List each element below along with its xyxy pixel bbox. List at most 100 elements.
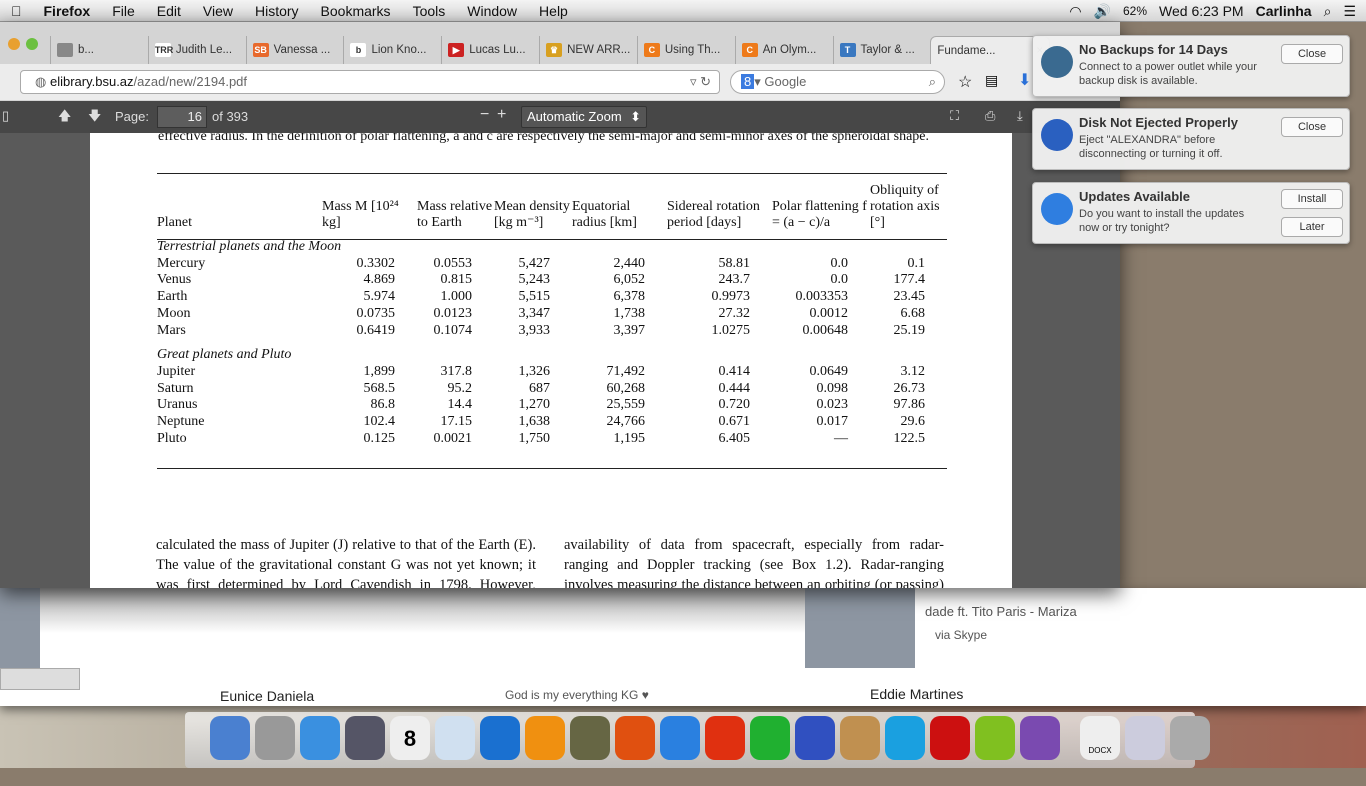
word-icon[interactable]	[660, 716, 700, 760]
tab-1[interactable]: TRR Judith Le...	[147, 36, 246, 64]
menu-history[interactable]: History	[244, 3, 310, 19]
download-pdf-icon[interactable]: ⤓	[1017, 108, 1023, 124]
bookmark-star-icon[interactable]: ☆	[958, 72, 972, 92]
search-bar[interactable]: 8 ▾ Google ⌕	[730, 70, 945, 94]
volume-icon[interactable]: 🔊	[1094, 3, 1111, 20]
finder-icon[interactable]	[210, 716, 250, 760]
zoom-in-button[interactable]: +	[497, 106, 506, 124]
tab-7[interactable]: C An Olym...	[734, 36, 833, 64]
url-bar[interactable]: ◍ elibrary.bsu.az/azad/new/2194.pdf ▿ ↻	[20, 70, 720, 94]
table-rule	[157, 239, 947, 240]
table-cell: 27.32	[718, 305, 751, 321]
table-cell: 71,492	[606, 363, 646, 379]
google-icon[interactable]: 8	[741, 74, 755, 89]
contact[interactable]: Eddie Martines	[870, 686, 963, 702]
trash-icon[interactable]	[1170, 716, 1210, 760]
table-cell: 0.0012	[809, 305, 849, 321]
pdf-page: effective radius. In the definition of p…	[90, 133, 1012, 588]
screenshot-icon[interactable]	[1125, 716, 1165, 760]
sidebar-toggle-icon[interactable]: ▯	[2, 108, 9, 124]
tab-2[interactable]: SB Vanessa ...	[245, 36, 344, 64]
close-button[interactable]: Close	[1281, 117, 1343, 137]
acrobat-icon[interactable]	[930, 716, 970, 760]
tab-3[interactable]: b Lion Kno...	[343, 36, 441, 64]
install-button[interactable]: Install	[1281, 189, 1343, 209]
safari-icon[interactable]	[300, 716, 340, 760]
menu-window[interactable]: Window	[456, 3, 528, 19]
tab-8[interactable]: T Taylor & ...	[832, 36, 931, 64]
spotify-icon[interactable]	[975, 716, 1015, 760]
later-button[interactable]: Later	[1281, 217, 1343, 237]
powerpoint-icon[interactable]	[705, 716, 745, 760]
clock[interactable]: Wed 6:23 PM	[1159, 3, 1244, 19]
apple-icon[interactable]: 	[0, 3, 33, 19]
fullscreen-icon[interactable]: ⛶	[950, 108, 959, 124]
notification: No Backups for 14 Days Connect to a power…	[1032, 35, 1350, 97]
tab-4[interactable]: ▶ Lucas Lu...	[441, 36, 539, 64]
tab-6[interactable]: C Using Th...	[636, 36, 735, 64]
calendar-icon[interactable]: 8	[390, 716, 430, 760]
table-cell: 0.444	[718, 380, 751, 396]
menu-app[interactable]: Firefox	[33, 3, 102, 19]
zoom-out-button[interactable]: −	[480, 106, 489, 124]
table-cell: 687	[529, 380, 550, 396]
user-name[interactable]: Carlinha	[1256, 3, 1312, 19]
view-toggle[interactable]	[0, 668, 80, 690]
battery-status[interactable]: 62%	[1123, 4, 1147, 18]
contacts-icon[interactable]	[840, 716, 880, 760]
print-icon[interactable]: ⎙	[985, 108, 995, 124]
viber-icon[interactable]	[1020, 716, 1060, 760]
table-cell: 14.4	[447, 397, 473, 413]
table-cell: 243.7	[718, 272, 751, 288]
pdf-viewer[interactable]: effective radius. In the definition of p…	[0, 133, 1120, 588]
notification-center-icon[interactable]: ☰	[1343, 3, 1356, 20]
skype-icon[interactable]	[885, 716, 925, 760]
download-icon[interactable]: ⬇	[1018, 70, 1031, 90]
table-cell: 0.6419	[356, 322, 396, 338]
tab-5[interactable]: ♛ NEW ARR...	[539, 36, 637, 64]
table-cell: 3,397	[613, 322, 646, 338]
page-number-input[interactable]: 16	[157, 106, 207, 128]
planet-name: Uranus	[157, 397, 198, 413]
menu-help[interactable]: Help	[528, 3, 579, 19]
skype-window[interactable]: dade ft. Tito Paris - Mariza via Skype E…	[0, 588, 1366, 706]
planet-name: Mercury	[157, 255, 206, 271]
table-cell: 0.125	[363, 430, 396, 446]
contact[interactable]: Eunice Daniela	[220, 688, 314, 704]
docx-icon[interactable]: DOCX	[1080, 716, 1120, 760]
network-icon[interactable]	[795, 716, 835, 760]
tab-bar: b... TRR Judith Le... SB Vanessa ... b Lion Kn…	[50, 32, 1051, 64]
preview-icon[interactable]	[435, 716, 475, 760]
menu-file[interactable]: File	[101, 3, 146, 19]
menu-bookmarks[interactable]: Bookmarks	[310, 3, 402, 19]
itunes-icon[interactable]	[480, 716, 520, 760]
menu-view[interactable]: View	[192, 3, 244, 19]
section-row: Great planets and Pluto	[157, 339, 947, 364]
close-button[interactable]: Close	[1281, 44, 1343, 64]
tab-0[interactable]: b...	[50, 36, 148, 64]
spotlight-icon[interactable]: ⌕	[1324, 3, 1332, 20]
reading-list-icon[interactable]: ▤	[985, 72, 998, 89]
excel-icon[interactable]	[750, 716, 790, 760]
zoom-select[interactable]: Automatic Zoom ⬍	[521, 106, 647, 128]
table-row: Moon 0.0735 0.0123 3,347 1,738 27.32 0.0012 6.6…	[157, 306, 947, 323]
menu-tools[interactable]: Tools	[402, 3, 457, 19]
next-page-button[interactable]: 🡇	[88, 107, 101, 129]
facetime-icon[interactable]	[345, 716, 385, 760]
menu-edit[interactable]: Edit	[146, 3, 192, 19]
body-text: calculated the mass of Jupiter (J) relat…	[156, 535, 946, 588]
planet-name: Neptune	[157, 414, 205, 430]
table-cell: 1,195	[613, 430, 646, 446]
wifi-icon[interactable]: ◠	[1069, 3, 1081, 20]
reload-icon[interactable]: ▿ ↻	[690, 74, 711, 90]
minimize-button[interactable]	[8, 38, 20, 50]
table-cell: 25,559	[606, 397, 646, 413]
firefox-icon[interactable]	[615, 716, 655, 760]
table-cell: 0.0	[830, 272, 849, 288]
previous-page-button[interactable]: 🡅	[58, 107, 71, 129]
iphoto-icon[interactable]	[570, 716, 610, 760]
launchpad-icon[interactable]	[255, 716, 295, 760]
search-icon[interactable]: ⌕	[929, 74, 936, 90]
zoom-button[interactable]	[26, 38, 38, 50]
ibooks-icon[interactable]	[525, 716, 565, 760]
